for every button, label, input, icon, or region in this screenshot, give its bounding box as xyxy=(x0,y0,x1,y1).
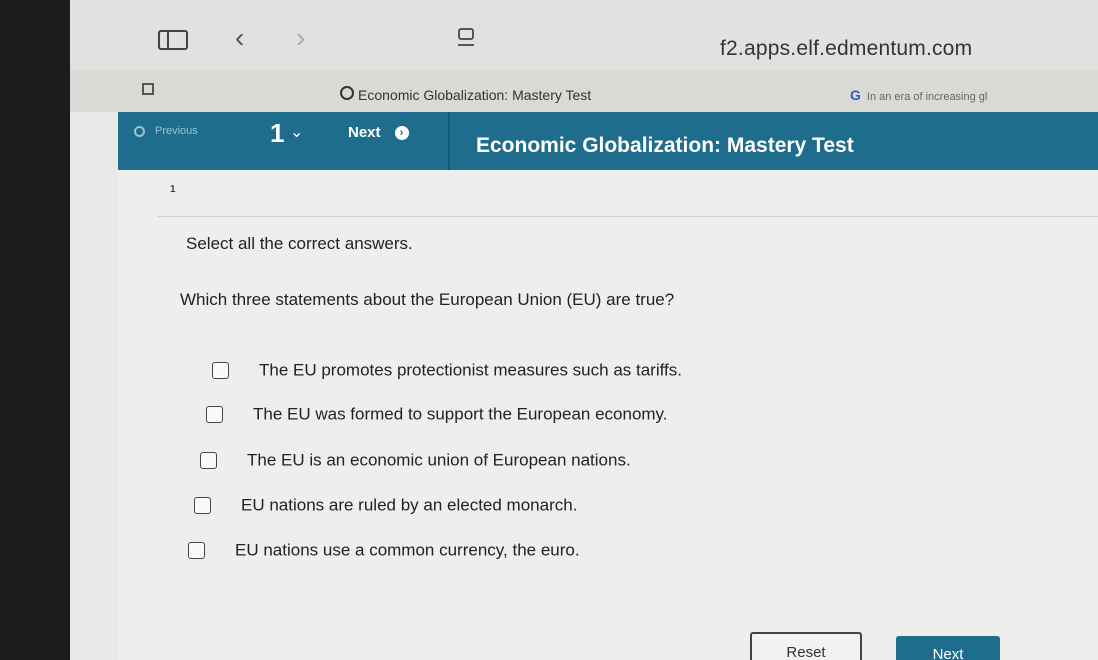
question-index: 1 xyxy=(170,184,176,195)
checkbox[interactable] xyxy=(200,452,217,470)
sidebar-toggle-icon[interactable] xyxy=(158,30,188,50)
next-button[interactable]: Next › xyxy=(348,124,409,141)
tab-overview-icon[interactable] xyxy=(142,83,154,95)
reset-button[interactable]: Reset xyxy=(750,632,862,660)
app-header-bar: Previous 1 ⌄ Next › Economic Globalizatio… xyxy=(118,112,1098,170)
answer-option-text: EU nations use a common currency, the eu… xyxy=(235,540,580,560)
tab-second-title: In an era of increasing gl xyxy=(866,91,988,103)
answer-option[interactable]: EU nations are ruled by an elected monar… xyxy=(194,495,577,521)
tab-active[interactable]: Economic Globalization: Mastery Test xyxy=(358,87,591,103)
checkbox[interactable] xyxy=(188,542,205,560)
chevron-down-icon[interactable]: ⌄ xyxy=(290,122,303,142)
answer-option-text: The EU was formed to support the Europea… xyxy=(253,404,668,424)
answer-option[interactable]: The EU is an economic union of European … xyxy=(200,450,631,476)
google-icon: G xyxy=(850,87,861,103)
question-number-dropdown[interactable]: 1 xyxy=(270,118,284,149)
previous-arrow-icon xyxy=(134,125,145,137)
answer-option-text: EU nations are ruled by an elected monar… xyxy=(241,495,578,515)
reader-view-icon[interactable] xyxy=(458,28,474,46)
next-arrow-icon: › xyxy=(394,126,409,141)
checkbox[interactable] xyxy=(212,362,229,380)
question-panel: 1 Select all the correct answers. Which … xyxy=(118,170,1098,660)
instruction-text: Select all the correct answers. xyxy=(186,234,413,253)
question-prompt: Which three statements about the Europea… xyxy=(180,290,675,309)
answer-option[interactable]: The EU was formed to support the Europea… xyxy=(206,404,668,430)
divider xyxy=(158,216,1098,217)
tab-favicon-icon xyxy=(340,86,354,100)
back-arrow-icon[interactable]: ‹ xyxy=(235,24,244,52)
tab-strip: Economic Globalization: Mastery Test G In… xyxy=(70,70,1098,112)
checkbox[interactable] xyxy=(206,406,223,424)
previous-label: Previous xyxy=(155,125,198,137)
address-bar[interactable]: f2.apps.elf.edmentum.com xyxy=(720,37,972,61)
header-divider xyxy=(448,112,450,170)
forward-arrow-icon[interactable]: › xyxy=(296,24,305,52)
answer-option-text: The EU promotes protectionist measures s… xyxy=(259,360,682,380)
answer-option[interactable]: The EU promotes protectionist measures s… xyxy=(212,360,682,386)
checkbox[interactable] xyxy=(194,497,211,515)
previous-button[interactable]: Previous xyxy=(134,125,198,137)
submit-next-button[interactable]: Next xyxy=(896,636,1000,660)
tab-second[interactable]: G In an era of increasing gl xyxy=(850,87,1098,103)
page-title: Economic Globalization: Mastery Test xyxy=(476,134,854,157)
browser-window: ‹ › f2.apps.elf.edmentum.com Economic Gl… xyxy=(70,0,1098,660)
answer-option[interactable]: EU nations use a common currency, the eu… xyxy=(188,540,580,566)
browser-toolbar: ‹ › f2.apps.elf.edmentum.com xyxy=(70,0,1098,70)
answer-option-text: The EU is an economic union of European … xyxy=(247,450,631,470)
next-label: Next xyxy=(348,124,381,141)
